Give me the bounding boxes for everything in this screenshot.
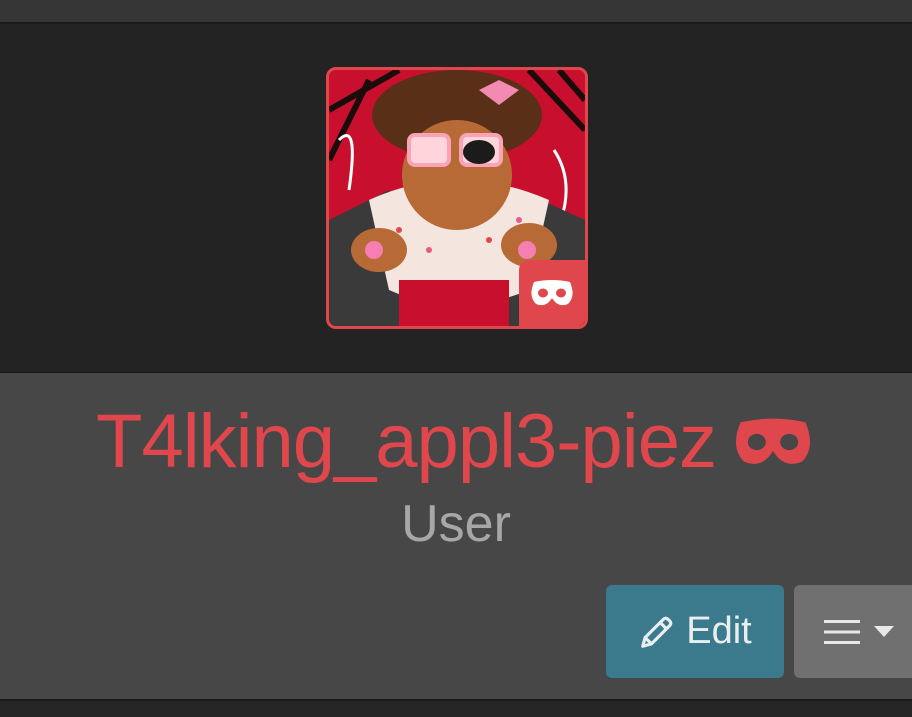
bottom-bar (0, 699, 912, 717)
caret-down-icon (874, 625, 894, 637)
user-role: User (401, 495, 511, 553)
hamburger-icon (824, 619, 860, 644)
profile-menu-button[interactable] (794, 585, 912, 678)
username[interactable]: T4lking_appl3-piez (96, 397, 717, 487)
username-row: T4lking_appl3-piez (0, 397, 912, 487)
avatar[interactable] (326, 67, 588, 329)
top-bar (0, 0, 912, 24)
avatar-mask-badge (519, 260, 585, 326)
edit-button-label: Edit (686, 610, 752, 652)
pencil-icon (641, 616, 673, 648)
edit-button[interactable]: Edit (606, 585, 784, 678)
profile-info: T4lking_appl3-piez User Edit (0, 373, 912, 699)
mask-icon (735, 418, 810, 464)
mask-icon (531, 280, 573, 306)
